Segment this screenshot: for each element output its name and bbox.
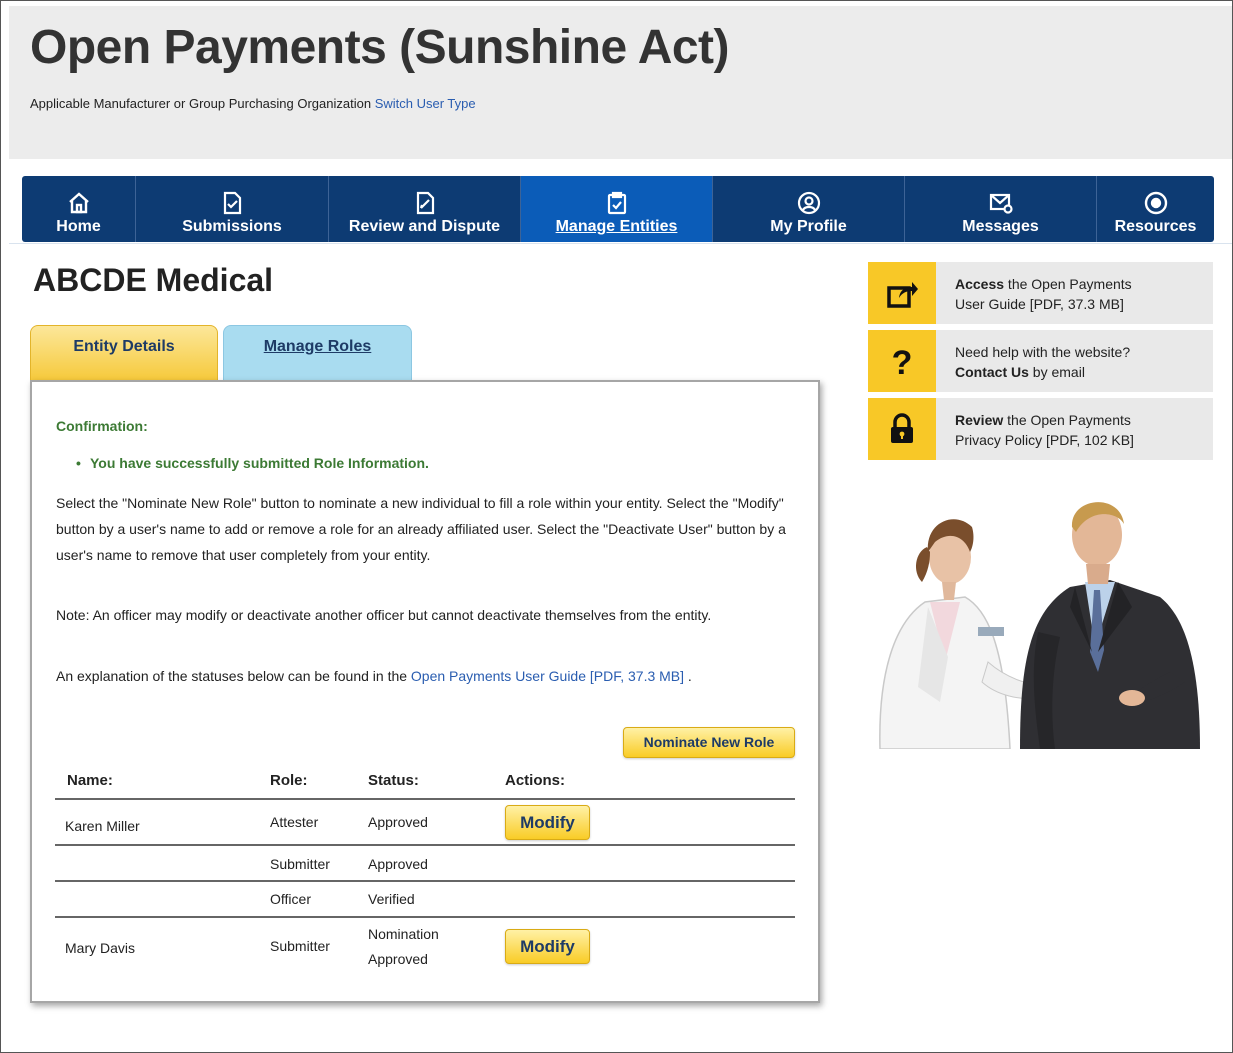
table-divider: [55, 880, 795, 882]
nav-label: Home: [56, 218, 101, 235]
user-guide-box[interactable]: Access the Open Payments User Guide [PDF…: [868, 262, 1213, 324]
entity-title: ABCDE Medical: [33, 262, 274, 298]
nav-item-manage-entities[interactable]: Manage Entities: [521, 176, 713, 242]
contact-line1: Need help with the website?: [955, 344, 1131, 360]
user-type-line: Applicable Manufacturer or Group Purchas…: [30, 96, 476, 111]
modify-button[interactable]: Modify: [505, 805, 590, 840]
row-status: Verified: [368, 891, 415, 907]
question-icon: ?: [868, 330, 936, 392]
nav-label: My Profile: [770, 218, 847, 235]
nav-item-review-dispute[interactable]: Review and Dispute: [329, 176, 521, 242]
row-name: Mary Davis: [65, 940, 136, 956]
row-status: Approved: [368, 814, 428, 830]
modify-button[interactable]: Modify: [505, 929, 590, 964]
privacy-policy-box[interactable]: Review the Open Payments Privacy Policy …: [868, 398, 1213, 460]
user-guide-rest: the Open Payments: [1004, 276, 1132, 292]
submissions-icon: [223, 191, 242, 215]
row-status-line1: Nomination: [368, 926, 439, 942]
row-role: Attester: [270, 814, 319, 830]
row-role: Submitter: [270, 938, 330, 954]
user-guide-bold: Access: [955, 276, 1005, 292]
nav-label: Messages: [962, 218, 1039, 235]
officer-note: Note: An officer may modify or deactivat…: [56, 607, 712, 623]
nav-item-my-profile[interactable]: My Profile: [713, 176, 905, 242]
manage-roles-panel: Confirmation: You have successfully subm…: [30, 380, 820, 1003]
review-icon: [416, 191, 434, 215]
site-header: Open Payments (Sunshine Act) Applicable …: [9, 6, 1232, 159]
svg-text:?: ?: [892, 344, 913, 378]
tab-manage-roles[interactable]: Manage Roles: [223, 325, 412, 381]
row-role: Officer: [270, 891, 311, 907]
share-icon: [868, 262, 936, 324]
contact-us-box[interactable]: ? Need help with the website? Contact Us…: [868, 330, 1213, 392]
nav-label: Submissions: [182, 218, 282, 235]
user-type-label: Applicable Manufacturer or Group Purchas…: [30, 96, 372, 111]
lock-icon: [868, 398, 936, 460]
user-guide-line2: User Guide [PDF, 37.3 MB]: [955, 296, 1124, 312]
nav-item-submissions[interactable]: Submissions: [136, 176, 329, 242]
row-name: Karen Miller: [65, 818, 140, 834]
privacy-rest: the Open Payments: [1003, 412, 1131, 428]
row-role: Submitter: [270, 856, 330, 872]
contact-us-bold: Contact Us: [955, 364, 1029, 380]
nav-label: Review and Dispute: [348, 218, 501, 235]
switch-user-type-link[interactable]: Switch User Type: [375, 96, 476, 111]
nav-item-resources[interactable]: Resources: [1097, 176, 1214, 242]
nav-item-messages[interactable]: Messages: [905, 176, 1097, 242]
home-icon: [68, 192, 89, 214]
privacy-line2: Privacy Policy [PDF, 102 KB]: [955, 432, 1134, 448]
column-header-role: Role:: [270, 772, 308, 789]
resources-icon: [1144, 191, 1167, 215]
privacy-bold: Review: [955, 412, 1004, 428]
status-explanation: An explanation of the statuses below can…: [56, 663, 801, 689]
nav-item-home[interactable]: Home: [22, 176, 136, 242]
row-status: Approved: [368, 856, 428, 872]
doctor-businessman-photo: [870, 472, 1200, 749]
column-header-status: Status:: [368, 772, 419, 789]
table-divider: [55, 798, 795, 800]
status-explanation-text: An explanation of the statuses below can…: [56, 668, 411, 684]
main-nav: Home Submissions Review and Dispute Mana…: [22, 176, 1214, 242]
confirmation-message: You have successfully submitted Role Inf…: [76, 455, 429, 471]
user-guide-link[interactable]: Open Payments User Guide [PDF, 37.3 MB]: [411, 668, 684, 684]
clipboard-icon: [607, 191, 626, 215]
instructions-paragraph: Select the "Nominate New Role" button to…: [56, 495, 786, 563]
contact-us-text: Need help with the website? Contact Us b…: [955, 342, 1205, 382]
table-divider: [55, 916, 795, 918]
confirmation-title: Confirmation:: [56, 418, 148, 434]
table-divider: [55, 844, 795, 846]
nav-label: Manage Entities: [555, 218, 678, 235]
tab-entity-details[interactable]: Entity Details: [30, 325, 218, 381]
user-guide-text: Access the Open Payments User Guide [PDF…: [955, 274, 1205, 314]
column-header-name: Name:: [67, 772, 113, 789]
contact-us-rest: by email: [1028, 364, 1085, 380]
profile-icon: [797, 191, 820, 215]
row-status-line2: Approved: [368, 951, 428, 967]
status-explanation-end: .: [684, 668, 692, 684]
column-header-actions: Actions:: [505, 772, 565, 789]
messages-icon: [989, 193, 1013, 214]
nav-label: Resources: [1114, 218, 1197, 235]
privacy-policy-text: Review the Open Payments Privacy Policy …: [955, 410, 1205, 450]
nominate-new-role-button[interactable]: Nominate New Role: [623, 727, 795, 758]
site-title: Open Payments (Sunshine Act): [30, 21, 730, 74]
